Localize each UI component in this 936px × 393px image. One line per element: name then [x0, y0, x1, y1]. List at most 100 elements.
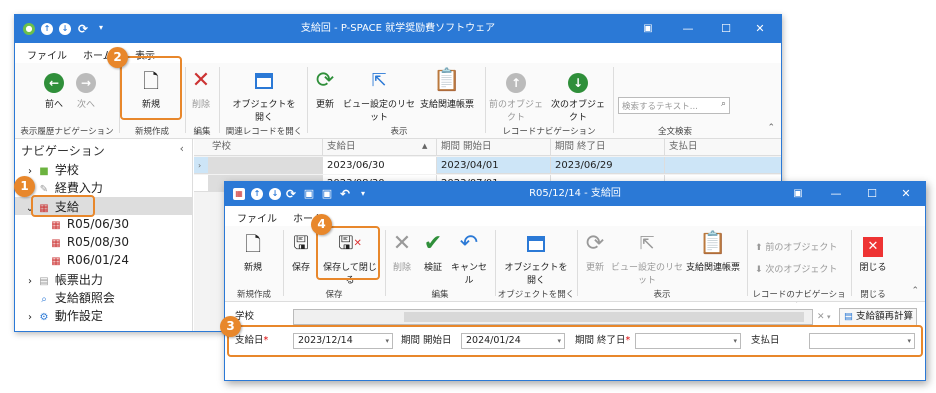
clear-icon[interactable]: ✕: [817, 309, 825, 325]
divider: [185, 67, 186, 133]
next-object-icon: ↓: [547, 68, 609, 94]
prev-object-button[interactable]: ↑ 前のオブジェクト: [485, 68, 547, 123]
delete-x-icon: ✕: [191, 68, 211, 93]
refresh-icon: ⟳: [315, 68, 335, 93]
maximize-button[interactable]: ☐: [857, 182, 887, 206]
search-box[interactable]: 検索するテキスト... ⌕: [618, 97, 730, 114]
close-window-button[interactable]: ✕ 閉じる: [855, 231, 891, 273]
group-label-open-object: オブジェクトを開く: [497, 290, 575, 300]
forward-button[interactable]: → 次へ: [67, 68, 105, 110]
nav-item-amount-inquiry[interactable]: ⌕ 支給額照会: [37, 289, 115, 306]
report-icon: ▤: [39, 276, 49, 287]
report-button[interactable]: 📋 支給関連帳票: [685, 231, 741, 273]
delete-button[interactable]: ✕ 削除: [387, 231, 417, 273]
nav-item-r050630[interactable]: ▦ R05/06/30: [49, 217, 129, 231]
calendar-icon: ▦: [51, 256, 61, 267]
divider: [851, 230, 852, 296]
tab-file[interactable]: ファイル: [27, 47, 67, 62]
close-button[interactable]: ✕: [891, 182, 921, 206]
cancel-button[interactable]: ↶ キャンセル: [449, 231, 489, 286]
maximize-button[interactable]: ☐: [711, 15, 741, 43]
divider: [219, 67, 220, 133]
divider: [307, 67, 308, 133]
refresh-button[interactable]: ⟳ 更新: [581, 231, 609, 273]
navigation-pane: ナビゲーション ‹ › ■ 学校 ✎ 経費入力 ⌄ ▦ 支給 ▦ R05/06/30…: [15, 139, 193, 331]
open-object-button[interactable]: オブジェクトを開く: [501, 231, 571, 286]
nav-item-r060124[interactable]: ▦ R06/01/24: [49, 253, 129, 267]
collapse-nav-icon[interactable]: ‹: [180, 142, 184, 155]
search-icon[interactable]: ⌕: [721, 99, 726, 109]
window-title: R05/12/14 - 支給回: [529, 188, 621, 199]
expense-icon: ✎: [39, 184, 49, 195]
expand-icon[interactable]: ›: [23, 276, 37, 287]
divider: [283, 230, 284, 296]
nav-item-r050830[interactable]: ▦ R05/08/30: [49, 235, 129, 249]
divider: [613, 67, 614, 133]
search-input[interactable]: 検索するテキスト...: [622, 100, 698, 112]
group-label-new: 新規作成: [236, 290, 271, 300]
refresh-button[interactable]: ⟳ 更新: [311, 68, 339, 110]
tab-file[interactable]: ファイル: [237, 210, 277, 225]
nav-item-school[interactable]: › ■ 学校: [23, 161, 79, 178]
window-title: 支給回 - P-SPACE 就学奨励費ソフトウェア: [300, 23, 496, 34]
view-reset-button[interactable]: ⇱ ビュー設定のリセット: [609, 231, 685, 286]
group-label-edit: 編集: [193, 127, 211, 137]
nav-item-settings[interactable]: › ⚙ 動作設定: [23, 307, 103, 324]
dropdown-icon[interactable]: ▾: [827, 309, 831, 325]
forward-arrow-icon: →: [67, 68, 105, 94]
callout-highlight-nav-payment: [31, 195, 95, 217]
nav-item-expense-input[interactable]: ✎ 経費入力: [37, 179, 103, 196]
save-button[interactable]: 🖫 保存: [287, 231, 315, 273]
prev-object-icon: ⬆: [755, 243, 766, 253]
delete-x-icon: ✕: [392, 231, 412, 256]
table-row[interactable]: › 2023/06/30 2023/04/01 2023/06/29: [194, 157, 781, 174]
save-disk-icon: 🖫: [293, 233, 309, 254]
column-header-paid-date[interactable]: 支払日: [664, 139, 784, 155]
restore-layout-icon[interactable]: ▣: [633, 15, 663, 43]
calendar-icon: ▦: [51, 238, 61, 249]
open-object-icon: [229, 68, 299, 94]
recalc-button[interactable]: ▤ 支給額再計算: [839, 308, 917, 326]
collapse-ribbon-icon[interactable]: ⌃: [767, 123, 775, 133]
group-label-view: 表示: [653, 290, 671, 300]
school-value-redacted: [404, 312, 804, 322]
prev-object-button[interactable]: ⬆ 前のオブジェクト: [755, 240, 845, 253]
column-header-end-date[interactable]: 期間 終了日: [550, 139, 664, 155]
gear-icon: ⚙: [39, 312, 49, 323]
callout-number-1: 1: [14, 176, 35, 197]
open-object-button[interactable]: オブジェクトを開く: [229, 68, 299, 123]
school-icon: ■: [39, 166, 49, 177]
view-reset-button[interactable]: ⇱ ビュー設定のリセット: [341, 68, 417, 123]
new-button[interactable]: 🗋 新規: [233, 231, 273, 273]
nav-title: ナビゲーション: [21, 144, 105, 158]
expand-icon[interactable]: ›: [23, 312, 37, 323]
prev-object-icon: ↑: [485, 68, 547, 94]
next-object-button[interactable]: ⬇ 次のオブジェクト: [755, 262, 845, 275]
column-header-start-date[interactable]: 期間 開始日: [436, 139, 550, 155]
minimize-button[interactable]: —: [673, 15, 703, 43]
callout-number-2: 2: [107, 47, 128, 68]
group-label-new: 新規作成: [134, 127, 169, 137]
column-header-pay-date[interactable]: 支給日: [322, 139, 436, 155]
nav-item-report-output[interactable]: › ▤ 帳票出力: [23, 271, 103, 288]
school-field[interactable]: [293, 309, 813, 325]
sort-asc-icon: ▲: [422, 142, 428, 150]
report-button[interactable]: 📋 支給関連帳票: [419, 68, 475, 110]
next-object-icon: ⬇: [755, 265, 766, 275]
collapse-ribbon-icon[interactable]: ⌃: [911, 286, 919, 296]
delete-button[interactable]: ✕ 削除: [187, 68, 215, 110]
undo-arrow-icon: ↶: [459, 231, 479, 256]
restore-layout-icon[interactable]: ▣: [783, 182, 813, 206]
next-object-button[interactable]: ↓ 次のオブジェクト: [547, 68, 609, 123]
close-button[interactable]: ✕: [745, 15, 775, 43]
column-header-school[interactable]: 学校: [208, 139, 322, 155]
cell-end-date: 2023/06/29: [550, 157, 664, 174]
minimize-button[interactable]: —: [821, 182, 851, 206]
verify-button[interactable]: ✔ 検証: [419, 231, 447, 273]
cell-pay-date: 2023/06/30: [322, 157, 436, 174]
calculator-icon: ▤: [844, 311, 853, 322]
view-reset-icon: ⇱: [371, 70, 387, 91]
divider: [577, 230, 578, 296]
callout-number-4: 4: [311, 214, 332, 235]
group-label-record-nav: レコードナビゲーション: [502, 127, 596, 137]
